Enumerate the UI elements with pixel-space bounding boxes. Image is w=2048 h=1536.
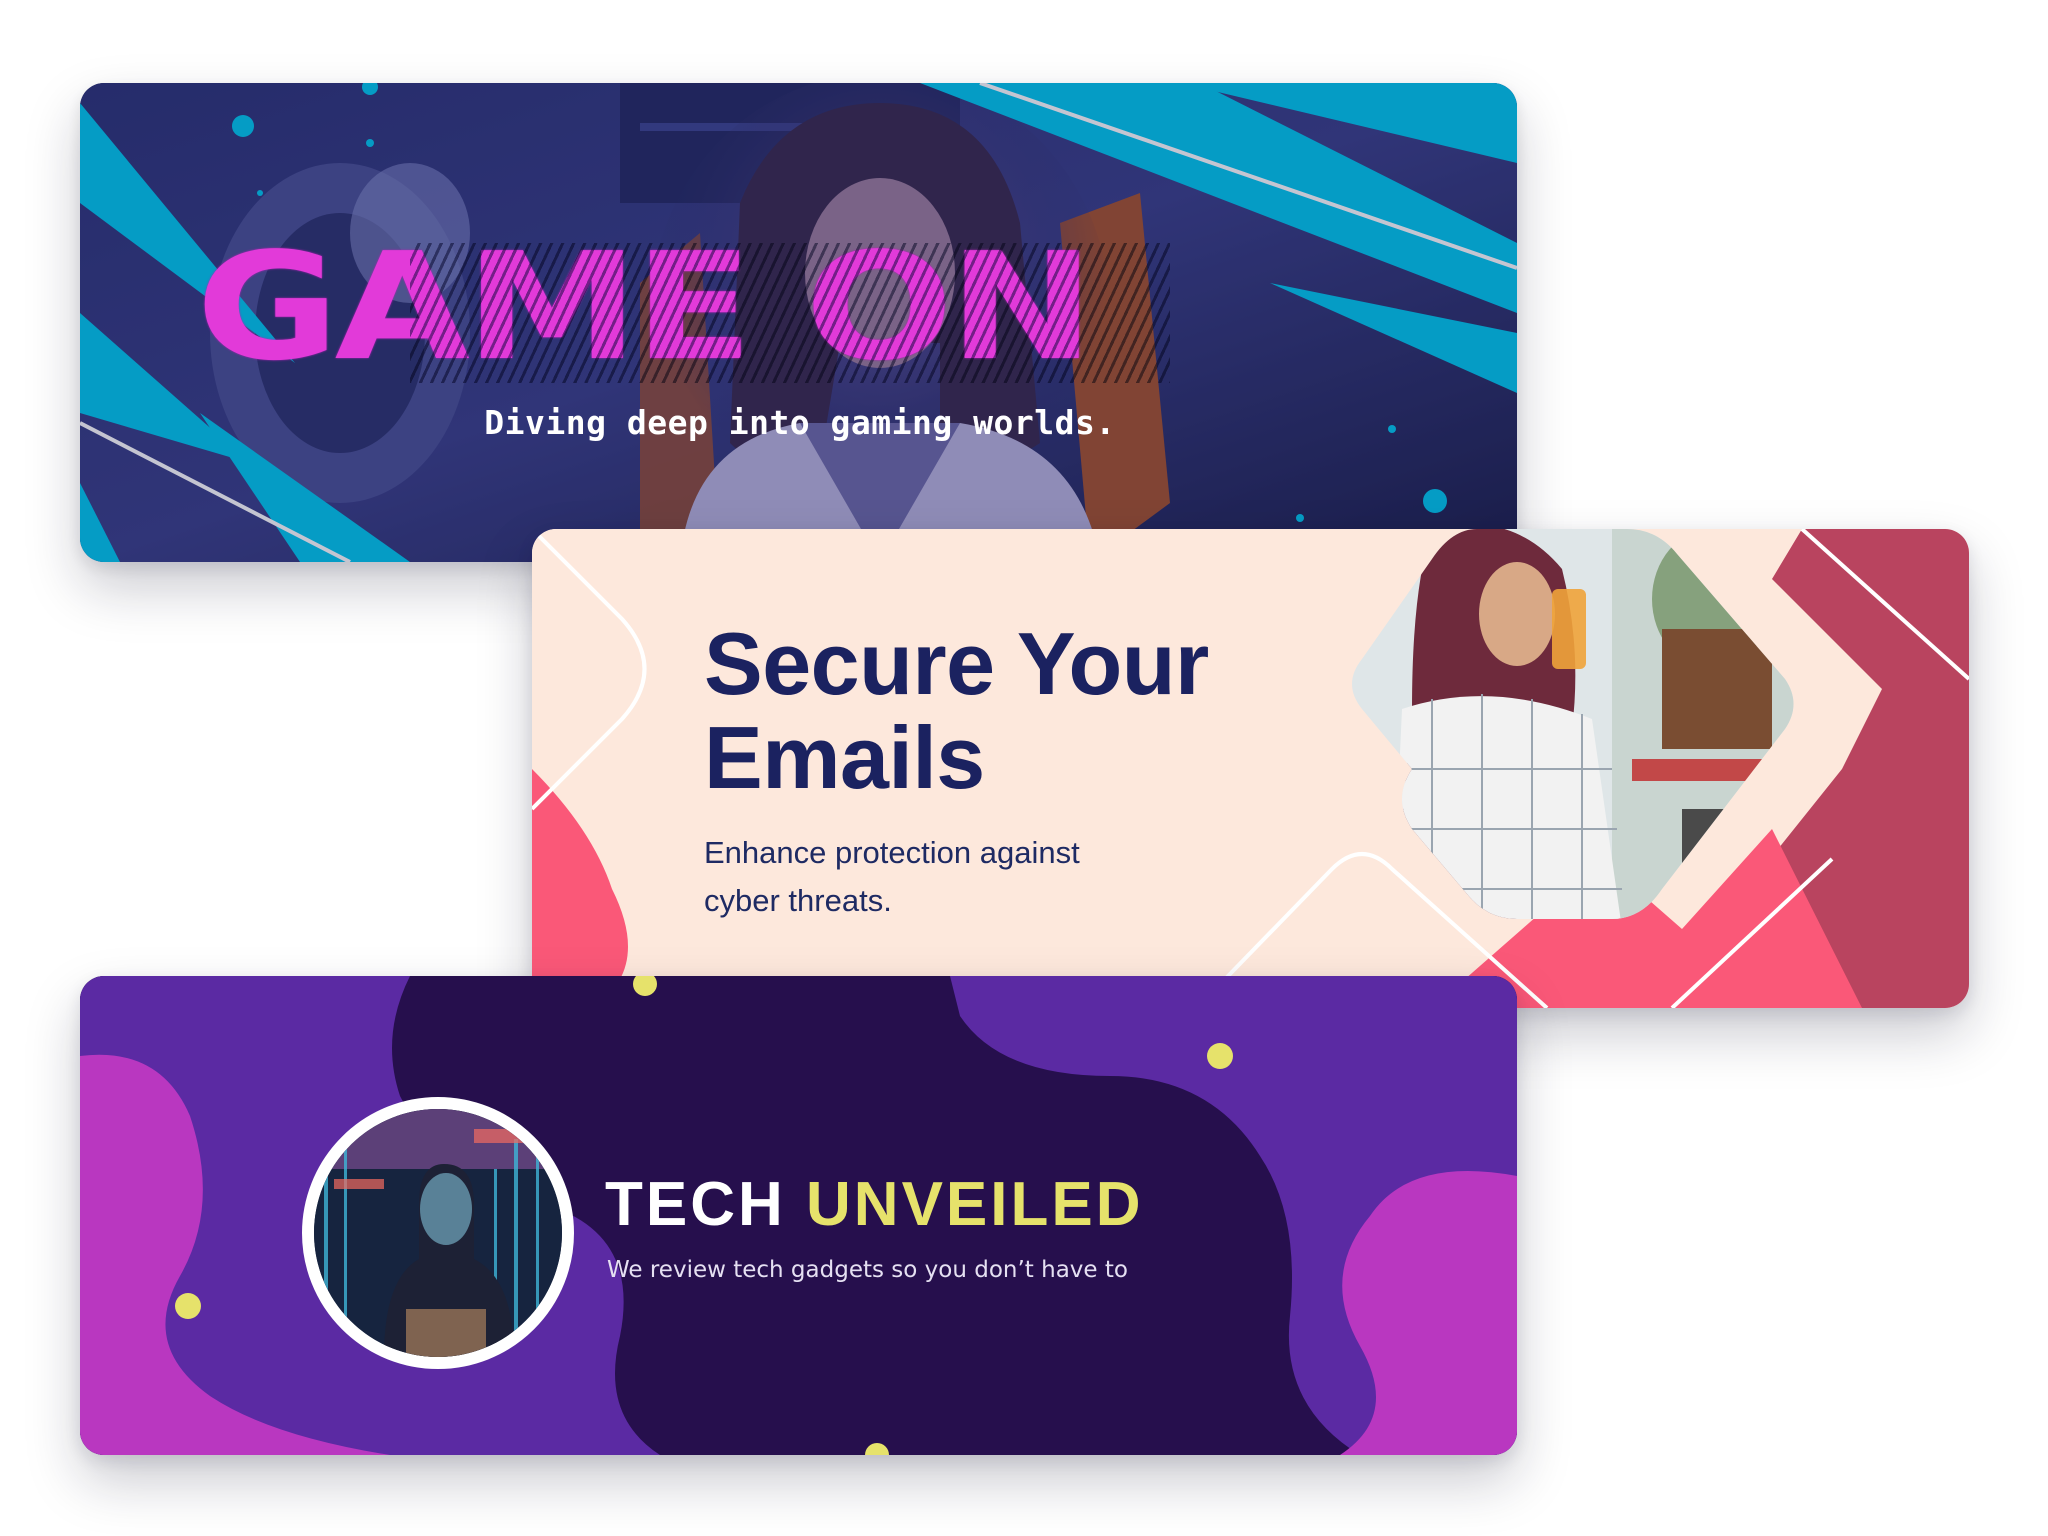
tech-title-part-1: TECH xyxy=(605,1170,786,1239)
email-banner-title: Secure Your Emails xyxy=(704,614,1209,807)
gaming-banner-card[interactable]: GAME ON Diving deep into gaming worlds. xyxy=(80,83,1517,562)
tech-portrait-photo xyxy=(314,1109,562,1357)
tech-banner-subtitle: We review tech gadgets so you don’t have… xyxy=(607,1257,1128,1283)
reviewer-avatar xyxy=(302,1097,574,1369)
tech-title-part-2: UNVEILED xyxy=(806,1170,1144,1239)
email-security-banner-card[interactable]: Secure Your Emails Enhance protection ag… xyxy=(532,529,1969,1008)
gaming-banner-subtitle: Diving deep into gaming worlds. xyxy=(484,403,1116,442)
gaming-banner-title: GAME ON xyxy=(196,221,1095,393)
tech-banner-title: TECH UNVEILED xyxy=(605,1174,1144,1236)
email-banner-subtitle: Enhance protection against cyber threats… xyxy=(704,835,1080,918)
tech-unveiled-banner-card[interactable]: TECH UNVEILED We review tech gadgets so … xyxy=(80,976,1517,1455)
